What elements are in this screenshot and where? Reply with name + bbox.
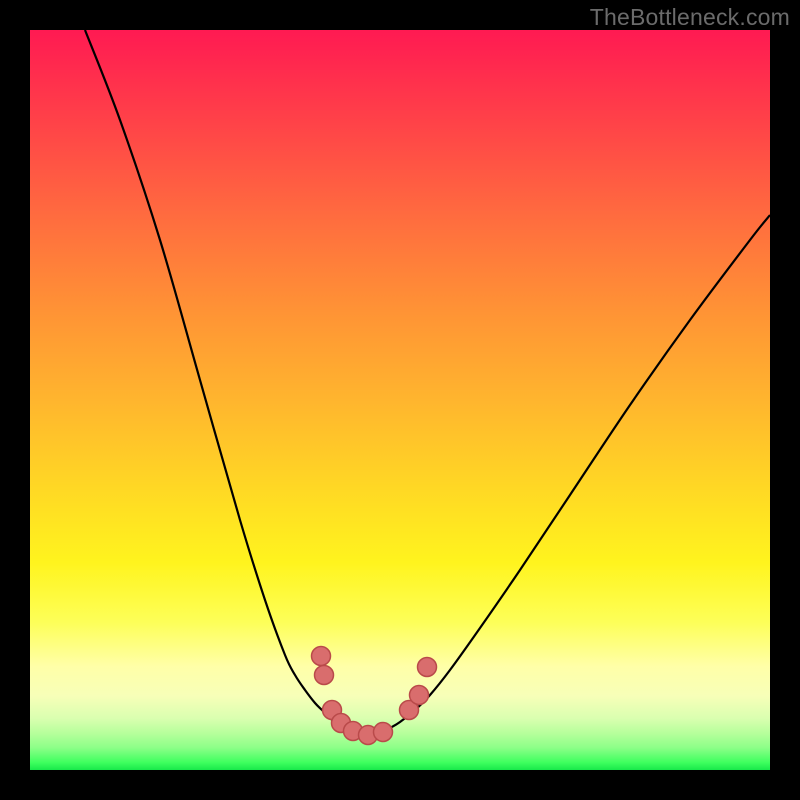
chart-frame: TheBottleneck.com — [0, 0, 800, 800]
watermark-text: TheBottleneck.com — [590, 4, 790, 31]
chart-svg — [30, 30, 770, 770]
data-marker — [315, 666, 334, 685]
data-marker — [374, 723, 393, 742]
data-marker — [418, 658, 437, 677]
data-markers — [312, 647, 437, 745]
plot-area — [30, 30, 770, 770]
bottleneck-curve — [85, 30, 770, 735]
data-marker — [410, 686, 429, 705]
data-marker — [312, 647, 331, 666]
